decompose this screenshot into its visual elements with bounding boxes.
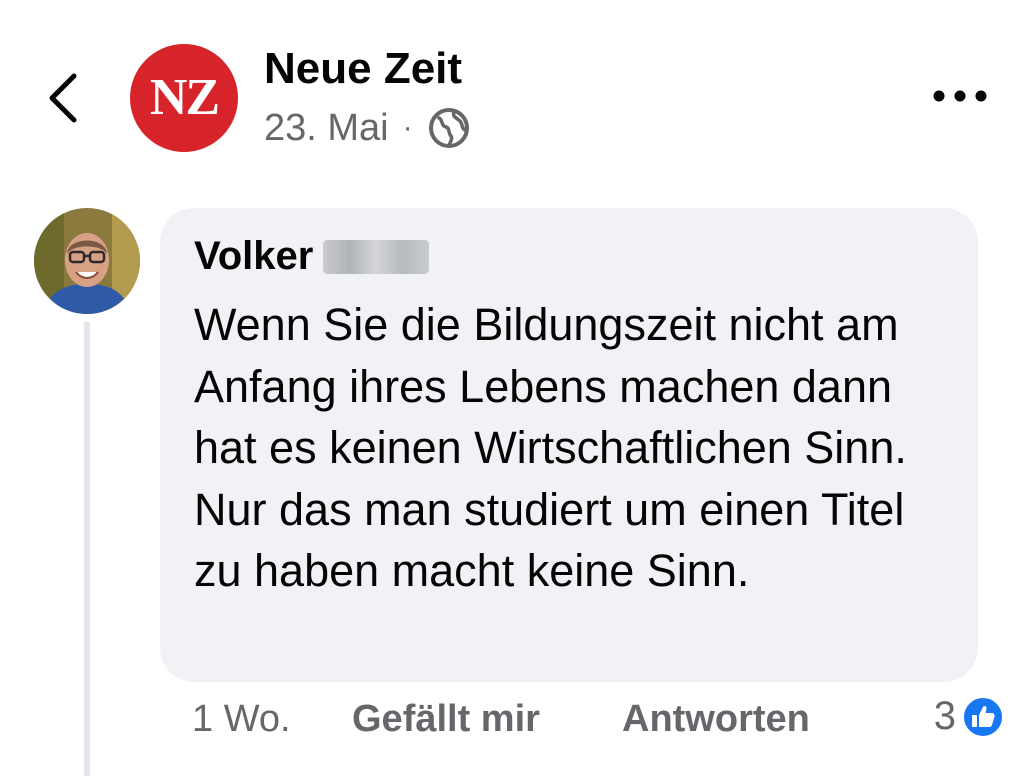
page-logo: NZ bbox=[149, 69, 220, 126]
comment-author-row: Volker bbox=[194, 234, 430, 279]
thread-line bbox=[84, 322, 90, 776]
post-header: NZ Neue Zeit 23. Mai · bbox=[0, 0, 1024, 180]
page-avatar[interactable]: NZ bbox=[130, 44, 238, 152]
back-button[interactable] bbox=[38, 62, 90, 134]
comment-bubble: Volker Wenn Sie die Bildungszeit nicht a… bbox=[160, 208, 978, 682]
thumbs-up-icon bbox=[962, 695, 1004, 738]
comment-actions: 1 Wo. Gefällt mir Antworten 3 bbox=[192, 694, 1004, 748]
more-options-button[interactable] bbox=[924, 74, 996, 118]
post-date: 23. Mai bbox=[264, 106, 389, 149]
comment-text: Wenn Sie die Bildungszeit nicht am Anfan… bbox=[194, 299, 907, 596]
meta-separator: · bbox=[402, 111, 413, 144]
avatar[interactable] bbox=[34, 208, 140, 314]
comment-author[interactable]: Volker bbox=[194, 234, 313, 279]
post-meta: 23. Mai · bbox=[264, 106, 471, 150]
globe-icon bbox=[428, 108, 469, 148]
reaction-summary[interactable]: 3 bbox=[934, 694, 1004, 739]
more-horizontal-icon bbox=[933, 90, 987, 102]
user-avatar-photo bbox=[34, 208, 140, 314]
comment-timestamp[interactable]: 1 Wo. bbox=[192, 698, 291, 741]
page-name[interactable]: Neue Zeit bbox=[264, 44, 462, 94]
reaction-count: 3 bbox=[933, 694, 956, 738]
reply-button[interactable]: Antworten bbox=[622, 698, 810, 741]
like-button[interactable]: Gefällt mir bbox=[352, 698, 540, 741]
redacted-surname bbox=[323, 239, 430, 274]
chevron-left-icon bbox=[49, 73, 77, 123]
